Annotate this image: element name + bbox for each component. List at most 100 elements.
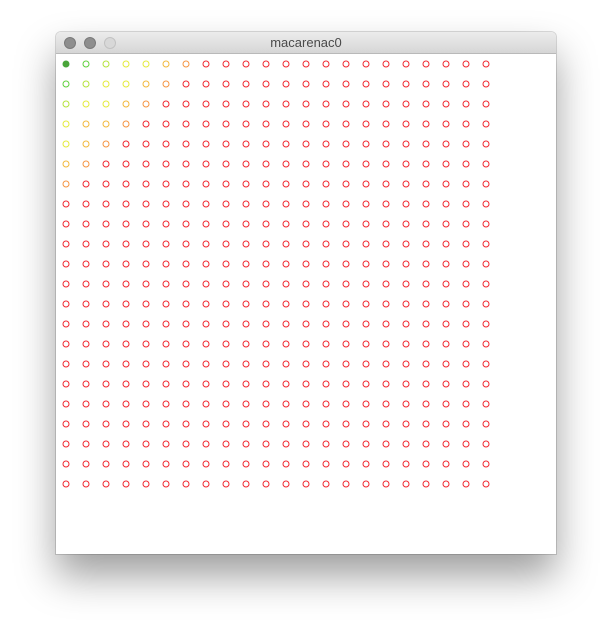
grid-dot bbox=[102, 300, 110, 308]
grid-dot bbox=[422, 380, 430, 388]
grid-dot bbox=[202, 320, 210, 328]
grid-dot bbox=[442, 380, 450, 388]
grid-dot bbox=[182, 280, 190, 288]
grid-dot bbox=[342, 80, 350, 88]
grid-dot bbox=[282, 180, 290, 188]
grid-dot bbox=[482, 160, 490, 168]
grid-dot bbox=[242, 460, 250, 468]
grid-dot bbox=[62, 460, 70, 468]
grid-dot bbox=[222, 260, 230, 268]
grid-dot bbox=[462, 200, 470, 208]
grid-dot bbox=[222, 320, 230, 328]
grid-dot bbox=[342, 260, 350, 268]
grid-dot bbox=[322, 140, 330, 148]
grid-dot bbox=[362, 340, 370, 348]
grid-dot bbox=[322, 240, 330, 248]
grid-dot bbox=[462, 320, 470, 328]
grid-dot bbox=[422, 280, 430, 288]
grid-dot bbox=[242, 280, 250, 288]
grid-dot bbox=[242, 340, 250, 348]
grid-dot bbox=[342, 220, 350, 228]
grid-dot bbox=[482, 380, 490, 388]
grid-dot bbox=[142, 100, 150, 108]
grid-dot bbox=[82, 360, 90, 368]
grid-dot bbox=[302, 440, 310, 448]
grid-dot bbox=[322, 80, 330, 88]
grid-dot bbox=[142, 360, 150, 368]
grid-dot bbox=[282, 280, 290, 288]
grid-dot bbox=[442, 420, 450, 428]
grid-dot bbox=[122, 360, 130, 368]
grid-dot bbox=[102, 360, 110, 368]
grid-dot bbox=[122, 220, 130, 228]
grid-dot bbox=[142, 320, 150, 328]
grid-dot bbox=[382, 160, 390, 168]
grid-dot bbox=[122, 80, 130, 88]
grid-dot bbox=[142, 300, 150, 308]
grid-dot bbox=[242, 300, 250, 308]
grid-dot bbox=[342, 280, 350, 288]
grid-dot bbox=[82, 320, 90, 328]
grid-dot bbox=[302, 340, 310, 348]
grid-dot bbox=[162, 460, 170, 468]
grid-dot bbox=[62, 480, 70, 488]
grid-dot bbox=[462, 420, 470, 428]
grid-dot bbox=[122, 480, 130, 488]
grid-dot bbox=[242, 240, 250, 248]
title-bar[interactable]: macarenac0 bbox=[56, 32, 556, 54]
sketch-canvas[interactable] bbox=[56, 54, 556, 554]
grid-dot bbox=[222, 240, 230, 248]
grid-dot bbox=[342, 480, 350, 488]
grid-dot bbox=[342, 380, 350, 388]
grid-dot bbox=[442, 140, 450, 148]
dot-grid bbox=[62, 60, 490, 488]
grid-dot bbox=[262, 120, 270, 128]
grid-dot bbox=[82, 100, 90, 108]
grid-dot bbox=[402, 400, 410, 408]
grid-dot bbox=[422, 260, 430, 268]
grid-dot bbox=[302, 300, 310, 308]
grid-dot bbox=[442, 200, 450, 208]
grid-dot bbox=[382, 180, 390, 188]
grid-dot bbox=[262, 100, 270, 108]
grid-dot bbox=[182, 300, 190, 308]
grid-dot bbox=[242, 200, 250, 208]
grid-dot bbox=[402, 300, 410, 308]
grid-dot bbox=[82, 340, 90, 348]
grid-dot bbox=[462, 380, 470, 388]
grid-dot bbox=[322, 100, 330, 108]
grid-dot bbox=[242, 120, 250, 128]
grid-dot bbox=[102, 380, 110, 388]
grid-dot bbox=[262, 480, 270, 488]
grid-dot bbox=[282, 440, 290, 448]
grid-dot bbox=[102, 400, 110, 408]
grid-dot bbox=[162, 420, 170, 428]
grid-dot bbox=[242, 320, 250, 328]
grid-dot bbox=[142, 440, 150, 448]
grid-dot bbox=[222, 120, 230, 128]
grid-dot bbox=[482, 180, 490, 188]
grid-dot bbox=[122, 460, 130, 468]
grid-dot bbox=[382, 200, 390, 208]
grid-dot bbox=[262, 320, 270, 328]
grid-dot bbox=[482, 320, 490, 328]
grid-dot bbox=[342, 160, 350, 168]
grid-dot bbox=[242, 260, 250, 268]
grid-dot bbox=[142, 420, 150, 428]
grid-dot bbox=[442, 60, 450, 68]
grid-dot bbox=[442, 120, 450, 128]
grid-dot bbox=[482, 260, 490, 268]
grid-dot bbox=[442, 340, 450, 348]
grid-dot bbox=[122, 400, 130, 408]
grid-dot bbox=[182, 340, 190, 348]
grid-dot bbox=[122, 160, 130, 168]
grid-dot bbox=[142, 220, 150, 228]
grid-dot bbox=[382, 440, 390, 448]
grid-dot bbox=[302, 260, 310, 268]
grid-dot bbox=[162, 400, 170, 408]
grid-dot bbox=[482, 400, 490, 408]
grid-dot bbox=[182, 400, 190, 408]
grid-dot bbox=[422, 80, 430, 88]
grid-dot bbox=[82, 140, 90, 148]
grid-dot bbox=[62, 240, 70, 248]
